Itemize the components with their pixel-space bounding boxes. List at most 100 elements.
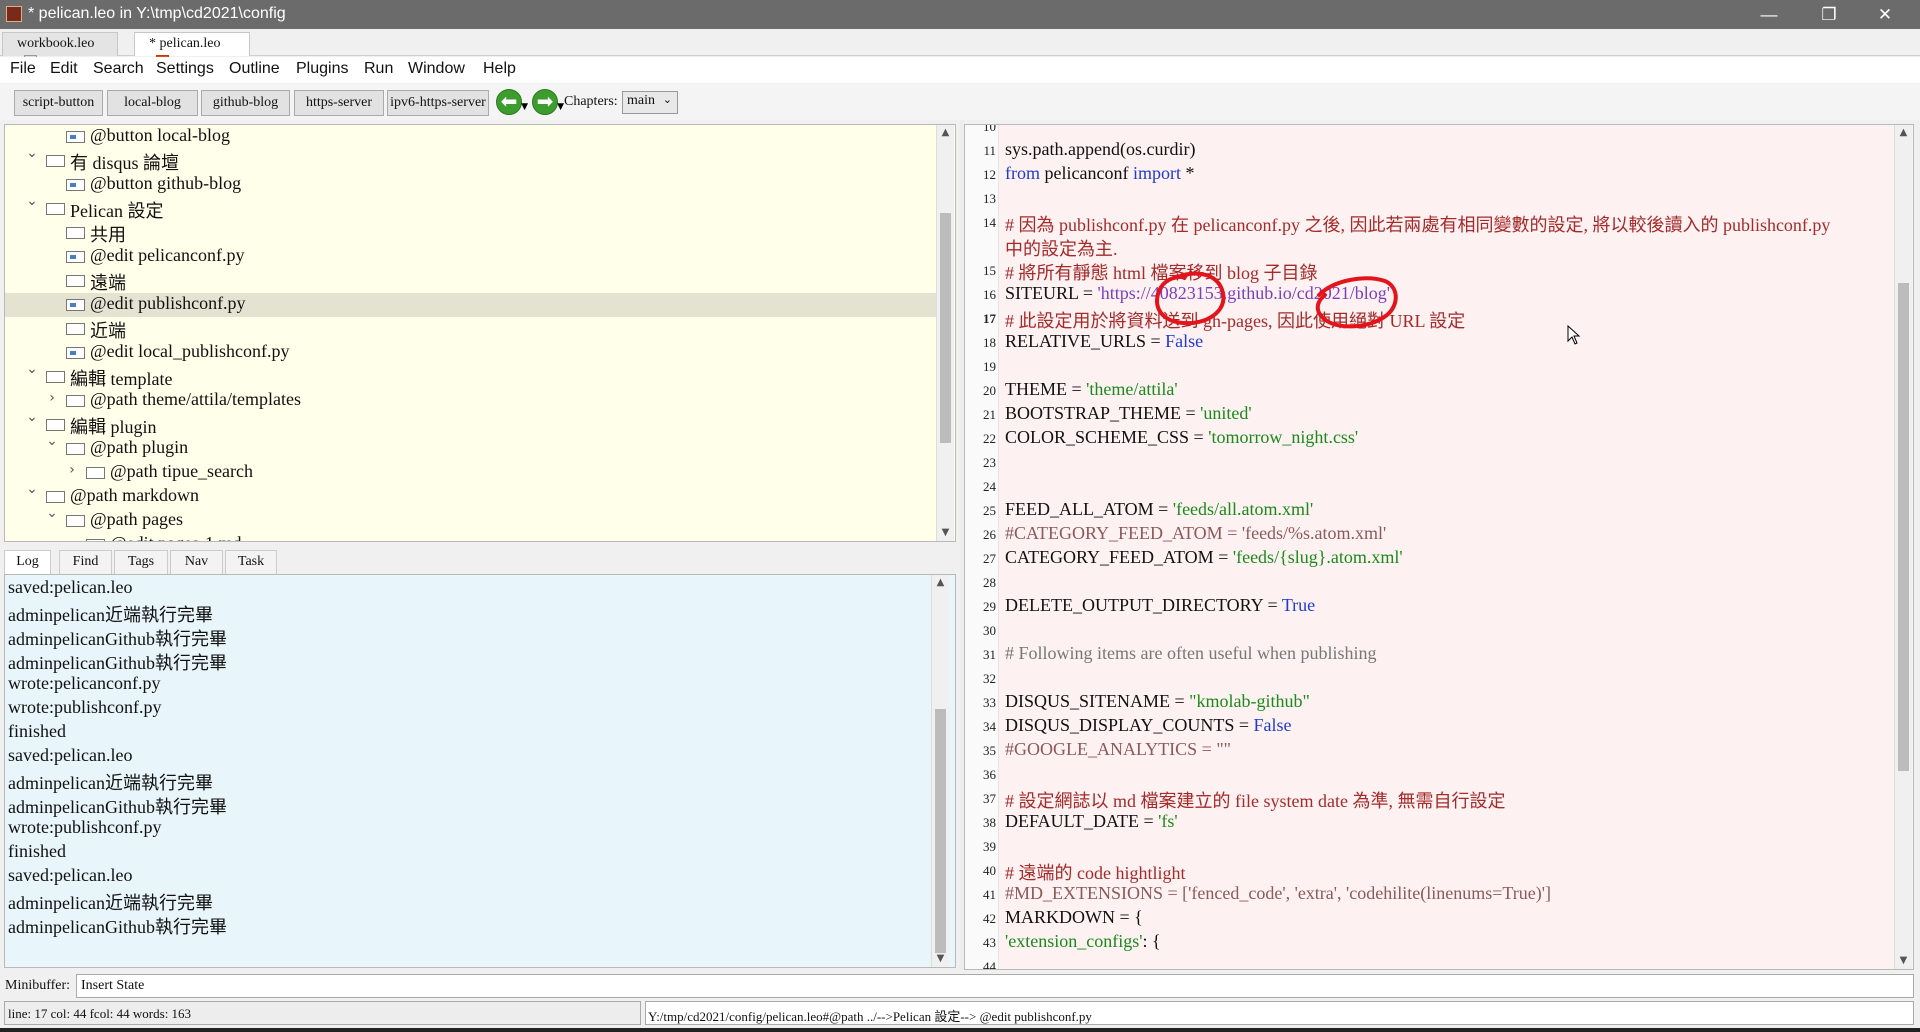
menu-settings[interactable]: Settings <box>156 60 214 78</box>
outline-node[interactable]: @button github-blog <box>5 173 937 197</box>
chapters-select[interactable]: main ⌄ <box>622 91 678 114</box>
outline-scrollbar[interactable]: ▲ ▼ <box>936 125 954 541</box>
minibuffer-input[interactable]: Insert State <box>76 974 1914 998</box>
outline-node[interactable]: ⌄ @path markdown <box>5 481 937 509</box>
scroll-up-icon[interactable]: ▲ <box>937 125 954 141</box>
expand-chevron-down-icon[interactable]: ⌄ <box>25 361 39 377</box>
status-path: Y:/tmp/cd2021/config/pelican.leo#@path .… <box>645 1001 1914 1025</box>
node-icon <box>46 155 65 167</box>
outline-node[interactable]: ⌄ 編輯 plugin <box>5 409 937 437</box>
tab-tags[interactable]: Tags <box>114 550 168 574</box>
scroll-down-icon[interactable]: ▼ <box>932 951 949 967</box>
outline-node[interactable]: @edit pages-1.md <box>5 533 937 541</box>
code-token: True <box>1281 595 1316 615</box>
line-number: 18 <box>983 335 996 350</box>
ipv6-https-server-button[interactable]: ipv6-https-server <box>387 90 489 116</box>
code-token: COLOR_SCHEME_CSS = <box>1005 427 1209 447</box>
tab-find[interactable]: Find <box>59 550 112 574</box>
script-button[interactable]: script-button <box>14 90 103 116</box>
collapse-chevron-right-icon[interactable]: › <box>45 390 59 406</box>
outline-node[interactable]: ⌄ 編輯 template <box>5 361 937 389</box>
tab-label: workbook.leo <box>17 36 95 51</box>
back-arrow-icon[interactable]: ⬅ ▼ <box>496 89 528 115</box>
outline-node[interactable]: 近端 <box>5 317 937 341</box>
outline-node[interactable]: ⌄ @path plugin <box>5 433 937 461</box>
scroll-down-icon[interactable]: ▼ <box>937 525 954 541</box>
code-token: DEFAULT_DATE = <box>1005 811 1159 831</box>
scroll-up-icon[interactable]: ▲ <box>1895 125 1912 141</box>
outline-node[interactable]: @button local-blog <box>5 125 937 149</box>
code-token: #CATEGORY_FEED_ATOM = 'feeds/%s.atom.xml… <box>1005 523 1387 543</box>
code-token: "kmolab-github" <box>1189 691 1310 711</box>
scroll-up-icon[interactable]: ▲ <box>932 575 949 591</box>
outline-node[interactable]: @edit pelicanconf.py <box>5 245 937 269</box>
node-icon <box>66 299 85 311</box>
code-text-area[interactable]: sys.path.append(os.curdir) from pelicanco… <box>1005 125 1887 969</box>
outline-pane[interactable]: @button local-blog ⌄ 有 disqus 論壇 @button gi… <box>4 124 956 542</box>
expand-chevron-down-icon[interactable]: ⌄ <box>25 145 39 161</box>
scroll-thumb[interactable] <box>935 709 946 953</box>
expand-chevron-down-icon[interactable]: ⌄ <box>45 433 59 449</box>
expand-chevron-down-icon[interactable]: ⌄ <box>25 481 39 497</box>
outline-node[interactable]: › @path tipue_search <box>5 461 937 485</box>
node-icon <box>66 395 85 407</box>
tab-task[interactable]: Task <box>225 550 277 574</box>
node-icon <box>66 179 85 191</box>
log-line: finished <box>8 721 66 741</box>
outline-node-label: @path theme/attila/templates <box>90 389 302 409</box>
forward-arrow-icon[interactable]: ➡ ▼ <box>532 89 564 115</box>
minimize-button[interactable]: — <box>1746 0 1792 29</box>
outline-node[interactable]: ⌄ @path pages <box>5 505 937 533</box>
outline-node[interactable]: 遠端 <box>5 269 937 293</box>
outline-node[interactable]: ⌄ Pelican 設定 <box>5 193 937 221</box>
menu-edit[interactable]: Edit <box>50 60 78 78</box>
outline-node[interactable]: › @path theme/attila/templates <box>5 389 937 413</box>
outline-node[interactable]: ⌄ 有 disqus 論壇 <box>5 145 937 173</box>
line-number: 23 <box>983 455 996 470</box>
line-number: 36 <box>983 767 996 782</box>
close-window-button[interactable]: ✕ <box>1862 0 1908 29</box>
scroll-down-icon[interactable]: ▼ <box>1895 953 1912 969</box>
local-blog-button[interactable]: local-blog <box>107 90 198 116</box>
code-line: # 因為 publishconf.py 在 pelicanconf.py 之後,… <box>1005 211 1830 237</box>
expand-chevron-down-icon[interactable]: ⌄ <box>45 505 59 521</box>
node-icon <box>66 443 85 455</box>
document-tab-bar: workbook.leo✕ * pelican.leo✕ <box>0 29 1920 68</box>
menu-search[interactable]: Search <box>93 60 144 78</box>
code-line: SITEURL = 'https://40823153.github.io/cd… <box>1005 283 1390 304</box>
editor-scrollbar[interactable]: ▲ ▼ <box>1894 125 1912 969</box>
expand-chevron-down-icon[interactable]: ⌄ <box>25 193 39 209</box>
menu-outline[interactable]: Outline <box>229 60 280 78</box>
tab-nav[interactable]: Nav <box>170 550 223 574</box>
menu-plugins[interactable]: Plugins <box>296 60 348 78</box>
tab-pelican[interactable]: * pelican.leo✕ <box>134 32 250 68</box>
outline-node[interactable]: @edit publishconf.py <box>5 293 937 317</box>
github-blog-button[interactable]: github-blog <box>201 90 290 116</box>
code-token: 'theme/attila' <box>1086 379 1178 399</box>
line-number-gutter: 10 11 12 13 14 15 16 17 18 19 20 21 22 23 24 25 26 27 28 29… <box>965 125 999 970</box>
window-title: * pelican.leo in Y:\tmp\cd2021\config <box>28 5 286 22</box>
outline-node[interactable]: 共用 <box>5 221 937 245</box>
scroll-thumb[interactable] <box>940 213 951 443</box>
scroll-thumb[interactable] <box>1898 283 1909 771</box>
code-token: RELATIVE_URLS = <box>1005 331 1166 351</box>
outline-node[interactable]: @edit local_publishconf.py <box>5 341 937 365</box>
restore-button[interactable]: ❐ <box>1806 0 1852 29</box>
tab-workbook[interactable]: workbook.leo✕ <box>2 32 118 68</box>
log-scrollbar[interactable]: ▲ ▼ <box>931 575 949 967</box>
log-pane[interactable]: saved:pelican.leo adminpelican近端執行完畢 admin… <box>4 574 956 968</box>
outline-node-label: 有 disqus 論壇 <box>70 153 180 173</box>
menu-help[interactable]: Help <box>483 60 516 78</box>
tab-log[interactable]: Log <box>4 550 51 574</box>
https-server-button[interactable]: https-server <box>294 90 384 116</box>
menu-run[interactable]: Run <box>364 60 393 78</box>
menu-file[interactable]: File <box>10 60 36 78</box>
line-number: 44 <box>983 959 996 970</box>
menu-window[interactable]: Window <box>408 60 465 78</box>
collapse-chevron-right-icon[interactable]: › <box>65 462 79 478</box>
code-line: # 將所有靜態 html 檔案移到 blog 子目錄 <box>1005 259 1318 285</box>
node-icon <box>66 347 85 359</box>
body-editor[interactable]: 10 11 12 13 14 15 16 17 18 19 20 21 22 23 24 25 26 27 28 29… <box>964 124 1914 970</box>
expand-chevron-down-icon[interactable]: ⌄ <box>25 409 39 425</box>
node-icon <box>86 467 105 479</box>
